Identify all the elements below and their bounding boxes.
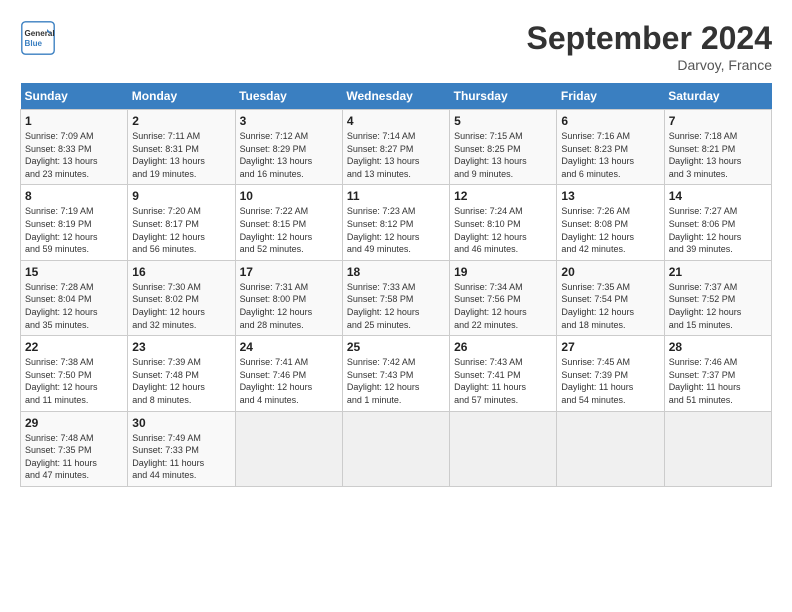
day-cell-26: 26 Sunrise: 7:43 AMSunset: 7:41 PMDaylig…	[450, 336, 557, 411]
day-cell-14: 14 Sunrise: 7:27 AMSunset: 8:06 PMDaylig…	[664, 185, 771, 260]
calendar-table: Sunday Monday Tuesday Wednesday Thursday…	[20, 83, 772, 487]
empty-cell-2	[342, 411, 449, 486]
day-cell-3: 3 Sunrise: 7:12 AMSunset: 8:29 PMDayligh…	[235, 110, 342, 185]
day-cell-8: 8 Sunrise: 7:19 AMSunset: 8:19 PMDayligh…	[21, 185, 128, 260]
day-cell-25: 25 Sunrise: 7:42 AMSunset: 7:43 PMDaylig…	[342, 336, 449, 411]
day-cell-21: 21 Sunrise: 7:37 AMSunset: 7:52 PMDaylig…	[664, 260, 771, 335]
day-cell-15: 15 Sunrise: 7:28 AMSunset: 8:04 PMDaylig…	[21, 260, 128, 335]
day-cell-18: 18 Sunrise: 7:33 AMSunset: 7:58 PMDaylig…	[342, 260, 449, 335]
day-cell-2: 2 Sunrise: 7:11 AMSunset: 8:31 PMDayligh…	[128, 110, 235, 185]
empty-cell-1	[235, 411, 342, 486]
day-cell-1: 1 Sunrise: 7:09 AMSunset: 8:33 PMDayligh…	[21, 110, 128, 185]
day-cell-9: 9 Sunrise: 7:20 AMSunset: 8:17 PMDayligh…	[128, 185, 235, 260]
calendar-row-3: 15 Sunrise: 7:28 AMSunset: 8:04 PMDaylig…	[21, 260, 772, 335]
day-cell-22: 22 Sunrise: 7:38 AMSunset: 7:50 PMDaylig…	[21, 336, 128, 411]
svg-text:Blue: Blue	[25, 39, 43, 48]
header-monday: Monday	[128, 83, 235, 110]
svg-text:General: General	[25, 29, 55, 38]
location: Darvoy, France	[527, 57, 772, 73]
calendar-row-1: 1 Sunrise: 7:09 AMSunset: 8:33 PMDayligh…	[21, 110, 772, 185]
weekday-header-row: Sunday Monday Tuesday Wednesday Thursday…	[21, 83, 772, 110]
calendar-row-5: 29 Sunrise: 7:48 AMSunset: 7:35 PMDaylig…	[21, 411, 772, 486]
empty-cell-5	[664, 411, 771, 486]
day-cell-7: 7 Sunrise: 7:18 AMSunset: 8:21 PMDayligh…	[664, 110, 771, 185]
empty-cell-3	[450, 411, 557, 486]
header-sunday: Sunday	[21, 83, 128, 110]
day-cell-11: 11 Sunrise: 7:23 AMSunset: 8:12 PMDaylig…	[342, 185, 449, 260]
logo: General Blue	[20, 20, 56, 56]
day-cell-6: 6 Sunrise: 7:16 AMSunset: 8:23 PMDayligh…	[557, 110, 664, 185]
title-block: September 2024 Darvoy, France	[527, 20, 772, 73]
day-cell-27: 27 Sunrise: 7:45 AMSunset: 7:39 PMDaylig…	[557, 336, 664, 411]
header-saturday: Saturday	[664, 83, 771, 110]
header-thursday: Thursday	[450, 83, 557, 110]
day-cell-4: 4 Sunrise: 7:14 AMSunset: 8:27 PMDayligh…	[342, 110, 449, 185]
day-cell-24: 24 Sunrise: 7:41 AMSunset: 7:46 PMDaylig…	[235, 336, 342, 411]
calendar-row-4: 22 Sunrise: 7:38 AMSunset: 7:50 PMDaylig…	[21, 336, 772, 411]
day-cell-19: 19 Sunrise: 7:34 AMSunset: 7:56 PMDaylig…	[450, 260, 557, 335]
day-cell-30: 30 Sunrise: 7:49 AMSunset: 7:33 PMDaylig…	[128, 411, 235, 486]
page-header: General Blue September 2024 Darvoy, Fran…	[20, 20, 772, 73]
day-cell-5: 5 Sunrise: 7:15 AMSunset: 8:25 PMDayligh…	[450, 110, 557, 185]
header-tuesday: Tuesday	[235, 83, 342, 110]
day-cell-17: 17 Sunrise: 7:31 AMSunset: 8:00 PMDaylig…	[235, 260, 342, 335]
day-cell-13: 13 Sunrise: 7:26 AMSunset: 8:08 PMDaylig…	[557, 185, 664, 260]
logo-icon: General Blue	[20, 20, 56, 56]
header-wednesday: Wednesday	[342, 83, 449, 110]
day-cell-23: 23 Sunrise: 7:39 AMSunset: 7:48 PMDaylig…	[128, 336, 235, 411]
day-cell-29: 29 Sunrise: 7:48 AMSunset: 7:35 PMDaylig…	[21, 411, 128, 486]
header-friday: Friday	[557, 83, 664, 110]
empty-cell-4	[557, 411, 664, 486]
day-cell-28: 28 Sunrise: 7:46 AMSunset: 7:37 PMDaylig…	[664, 336, 771, 411]
day-cell-20: 20 Sunrise: 7:35 AMSunset: 7:54 PMDaylig…	[557, 260, 664, 335]
day-cell-12: 12 Sunrise: 7:24 AMSunset: 8:10 PMDaylig…	[450, 185, 557, 260]
day-cell-10: 10 Sunrise: 7:22 AMSunset: 8:15 PMDaylig…	[235, 185, 342, 260]
month-title: September 2024	[527, 20, 772, 57]
calendar-row-2: 8 Sunrise: 7:19 AMSunset: 8:19 PMDayligh…	[21, 185, 772, 260]
day-cell-16: 16 Sunrise: 7:30 AMSunset: 8:02 PMDaylig…	[128, 260, 235, 335]
